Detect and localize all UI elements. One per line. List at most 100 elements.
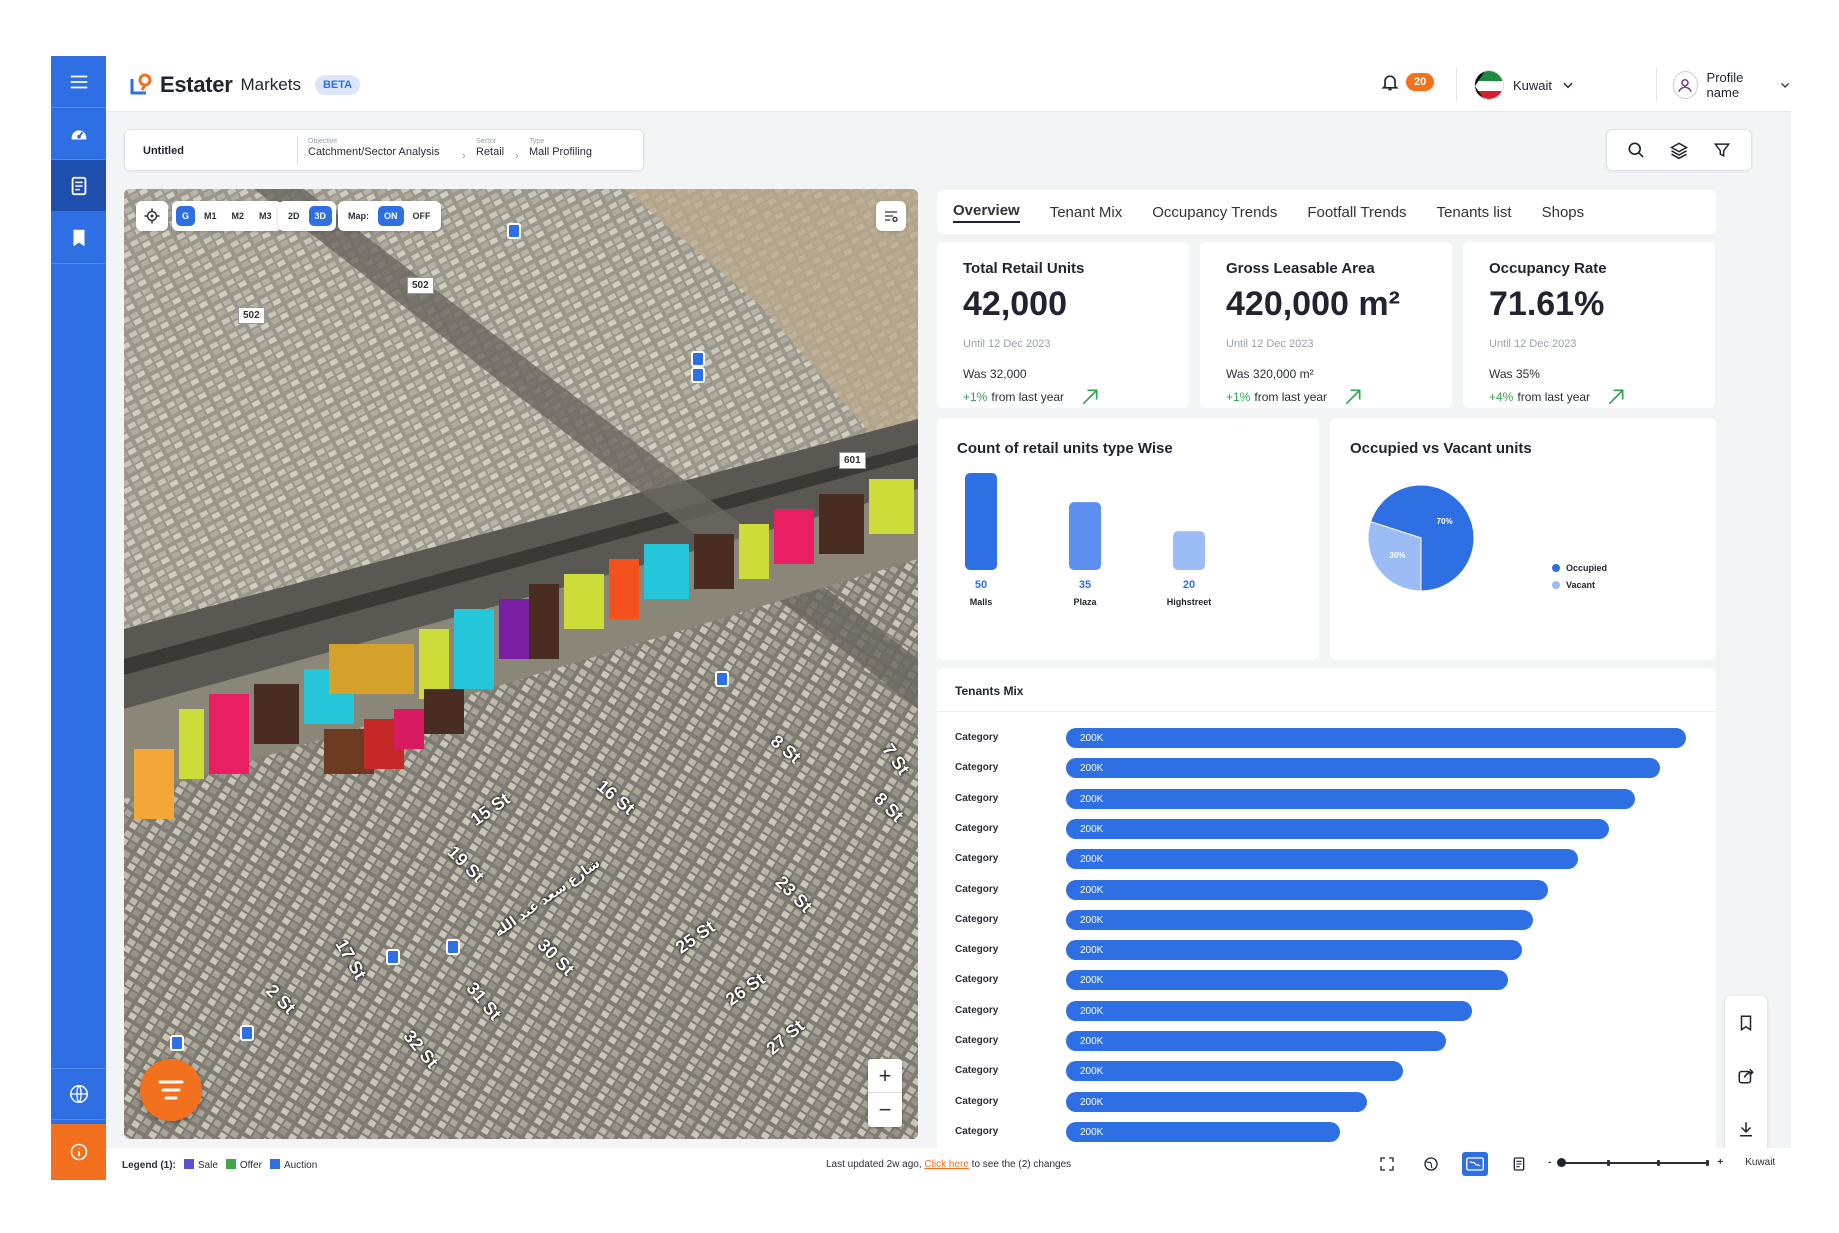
tab-tenant-mix[interactable]: Tenant Mix	[1050, 204, 1123, 221]
tenant-category-label: Category	[955, 1004, 999, 1016]
breadcrumb-objective[interactable]: Objective Catchment/Sector Analysis	[308, 138, 439, 158]
bus-stop-icon[interactable]	[691, 367, 705, 383]
panel-divider	[937, 711, 1716, 712]
locate-button[interactable]	[136, 201, 168, 231]
layer-button-m3[interactable]: M3	[253, 206, 278, 226]
sidebar-item-saved[interactable]	[51, 212, 106, 264]
breadcrumb-sector[interactable]: Sector Retail	[476, 138, 504, 158]
menu-fab-button[interactable]	[140, 1059, 202, 1121]
breadcrumb-key: Sector	[476, 138, 497, 145]
sidebar-item-reports[interactable]	[51, 160, 106, 212]
map-view[interactable]: G M1 M2 M3 2D 3D Map: ON OFF 502 502 601…	[124, 189, 918, 1139]
see-changes-link[interactable]: Click here	[924, 1159, 968, 1170]
bus-stop-icon[interactable]	[240, 1025, 254, 1041]
tenant-category-label: Category	[955, 1035, 999, 1046]
map-legend: Legend (1): Sale Offer Auction	[122, 1159, 317, 1171]
stat-value: 42,000	[963, 285, 1067, 323]
app-logo[interactable]: Estater Markets BETA	[128, 72, 361, 98]
layer-button-m2[interactable]: M2	[226, 206, 251, 226]
download-icon[interactable]	[1737, 1120, 1755, 1138]
header-divider	[1656, 68, 1657, 102]
project-title[interactable]: Untitled	[143, 145, 184, 157]
globe-icon	[1424, 1157, 1438, 1171]
layers-icon[interactable]	[1669, 140, 1689, 160]
bus-stop-icon[interactable]	[691, 351, 705, 367]
stat-card-gross-leasable-area: Gross Leasable Area 420,000 m² Until 12 …	[1200, 242, 1452, 408]
stat-date: Until 12 Dec 2023	[1226, 338, 1314, 350]
sidebar-item-dashboard[interactable]	[51, 108, 106, 160]
zoom-in-button[interactable]: +	[868, 1059, 902, 1093]
satellite-map-image	[124, 189, 918, 1139]
zoom-out-button[interactable]: −	[868, 1093, 902, 1127]
stat-date: Until 12 Dec 2023	[1489, 338, 1577, 350]
bar-category-label: Highstreet	[1167, 597, 1212, 607]
content-tabs: Overview Tenant Mix Occupancy Trends Foo…	[937, 190, 1716, 234]
list-settings-icon	[885, 211, 898, 222]
pie-data-label: 30%	[1389, 551, 1405, 560]
trend-up-arrow-icon	[1345, 389, 1361, 405]
share-icon[interactable]	[1737, 1067, 1755, 1085]
chart-title: Tenants Mix	[955, 684, 1024, 698]
legend-item-sale[interactable]: Sale	[183, 1159, 218, 1171]
stat-change-percent: +1%	[1226, 390, 1251, 404]
slider-knob[interactable]	[1557, 1157, 1567, 1167]
legend-item-offer[interactable]: Offer	[225, 1159, 262, 1171]
stat-change-percent: +1%	[963, 390, 988, 404]
menu-button[interactable]	[51, 56, 106, 108]
tenant-bar: 200K	[1066, 758, 1660, 779]
globe-view-button[interactable]	[1418, 1152, 1444, 1176]
retail-units-type-chart: Count of retail units type Wise 50 Malls 3…	[937, 418, 1319, 660]
world-map-button[interactable]	[1462, 1152, 1488, 1176]
tenant-category-label: Category	[955, 792, 999, 804]
tenant-category-label: Category	[955, 822, 999, 834]
map-off-button[interactable]: OFF	[407, 206, 437, 226]
bus-stop-icon[interactable]	[170, 1035, 184, 1051]
filter-icon[interactable]	[1712, 140, 1732, 160]
tab-overview[interactable]: Overview	[953, 202, 1020, 223]
fullscreen-button[interactable]	[1374, 1152, 1400, 1176]
slider-minus[interactable]: -	[1548, 1157, 1551, 1168]
notifications-button[interactable]: 20	[1380, 72, 1435, 92]
bookmark-icon[interactable]	[1737, 1014, 1755, 1032]
layer-button-g[interactable]: G	[176, 206, 196, 226]
slider-plus[interactable]: +	[1717, 1157, 1723, 1168]
slider-track[interactable]	[1557, 1157, 1710, 1167]
bar-category-label: Malls	[970, 597, 993, 607]
info-button[interactable]	[51, 1124, 106, 1180]
bar-chart-svg: 50 Malls 35 Plaza 20 Highstreet	[965, 473, 1212, 607]
tenant-category-label: Category	[955, 1095, 999, 1107]
zoom-slider[interactable]: - + Kuwait	[1548, 1157, 1775, 1168]
map-on-button[interactable]: ON	[378, 206, 404, 226]
map-toggle: Map: ON OFF	[338, 201, 441, 231]
profile-menu[interactable]: Profile name	[1673, 70, 1791, 100]
country-selector[interactable]: Kuwait	[1474, 70, 1575, 100]
bus-stop-icon[interactable]	[715, 671, 729, 687]
bus-stop-icon[interactable]	[446, 939, 460, 955]
report-button[interactable]	[1506, 1152, 1532, 1176]
tenant-bar: 200K	[1066, 1031, 1447, 1051]
tenant-category-label: Category	[955, 974, 999, 986]
road-sign: 601	[839, 452, 866, 469]
view-3d-button[interactable]: 3D	[308, 206, 333, 226]
map-list-button[interactable]	[876, 201, 906, 231]
legend-swatch	[269, 1159, 280, 1169]
breadcrumb-type[interactable]: Type Mall Profiling	[529, 138, 592, 158]
breadcrumb-divider	[297, 137, 298, 165]
tab-occupancy-trends[interactable]: Occupancy Trends	[1152, 204, 1277, 221]
view-2d-button[interactable]: 2D	[282, 206, 306, 226]
tab-tenants-list[interactable]: Tenants list	[1437, 204, 1512, 221]
tenant-bar: 200K	[1066, 1061, 1404, 1082]
sidebar-item-globe[interactable]	[51, 1068, 106, 1120]
crosshair-icon	[144, 208, 160, 224]
bus-stop-icon[interactable]	[386, 949, 400, 965]
estater-logo-icon	[130, 73, 152, 95]
layer-button-m1[interactable]: M1	[198, 206, 223, 226]
bus-stop-icon[interactable]	[507, 223, 521, 239]
dashboard-gauge-icon	[71, 129, 86, 139]
legend-item-auction[interactable]: Auction	[269, 1159, 317, 1171]
search-icon[interactable]	[1626, 140, 1646, 160]
chevron-down-icon	[1563, 82, 1573, 89]
tab-shops[interactable]: Shops	[1542, 204, 1585, 221]
tab-footfall-trends[interactable]: Footfall Trends	[1307, 204, 1406, 221]
stat-title: Occupancy Rate	[1489, 260, 1607, 277]
